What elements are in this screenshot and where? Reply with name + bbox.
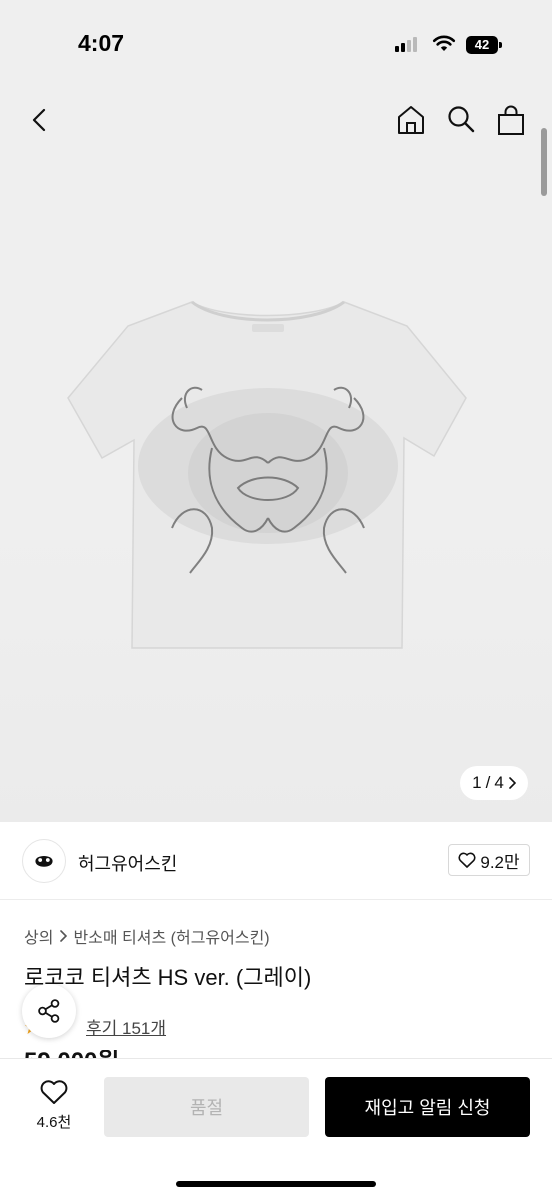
bottom-action-bar: 4.6천 품절 재입고 알림 신청: [0, 1058, 552, 1200]
wishlist-count: 4.6천: [36, 1114, 72, 1131]
image-counter-separator: /: [485, 773, 491, 792]
signal-icon: [395, 36, 421, 52]
wifi-icon: [432, 35, 456, 51]
back-icon[interactable]: [24, 104, 56, 136]
share-icon: [38, 999, 60, 1023]
scroll-indicator: [541, 128, 547, 196]
chevron-right-icon: [509, 777, 516, 789]
image-counter[interactable]: 1 / 4: [460, 766, 528, 800]
breadcrumb-category[interactable]: 상의: [24, 924, 53, 948]
breadcrumb: 상의 반소매 티셔츠 (허그유어스킨): [24, 924, 270, 948]
product-title: 로코코 티셔츠 HS ver. (그레이): [24, 965, 312, 990]
brand-like-button[interactable]: 9.2만: [448, 844, 530, 876]
restock-alert-button[interactable]: 재입고 알림 신청: [325, 1077, 530, 1137]
wishlist-button[interactable]: 4.6천: [22, 1079, 86, 1141]
image-counter-current: 1: [472, 773, 482, 792]
heart-icon: [40, 1080, 68, 1104]
status-time: 4:07: [78, 30, 125, 56]
brand-name[interactable]: 허그유어스킨: [78, 850, 177, 876]
search-icon[interactable]: [446, 104, 476, 134]
review-count-link[interactable]: 후기 151개: [86, 1014, 166, 1039]
battery-icon: 42: [466, 36, 502, 54]
soldout-button: 품절: [104, 1077, 309, 1137]
product-image-tshirt: [67, 300, 467, 649]
bag-icon[interactable]: [496, 104, 526, 136]
chevron-right-icon: [60, 930, 68, 942]
brand-like-count: 9.2만: [480, 852, 520, 872]
home-icon[interactable]: [396, 104, 426, 136]
battery-level: 42: [474, 37, 490, 52]
status-bar: 4:07 42: [0, 0, 552, 90]
share-button[interactable]: [22, 984, 76, 1038]
heart-icon: [458, 852, 476, 868]
brand-row[interactable]: 허그유어스킨 9.2만: [0, 822, 552, 900]
brand-logo[interactable]: [22, 839, 66, 883]
breadcrumb-subcategory[interactable]: 반소매 티셔츠 (허그유어스킨): [73, 924, 269, 948]
product-image-gallery[interactable]: 1 / 4: [0, 90, 552, 822]
image-counter-total: 4: [494, 773, 504, 792]
home-indicator[interactable]: [176, 1181, 376, 1187]
